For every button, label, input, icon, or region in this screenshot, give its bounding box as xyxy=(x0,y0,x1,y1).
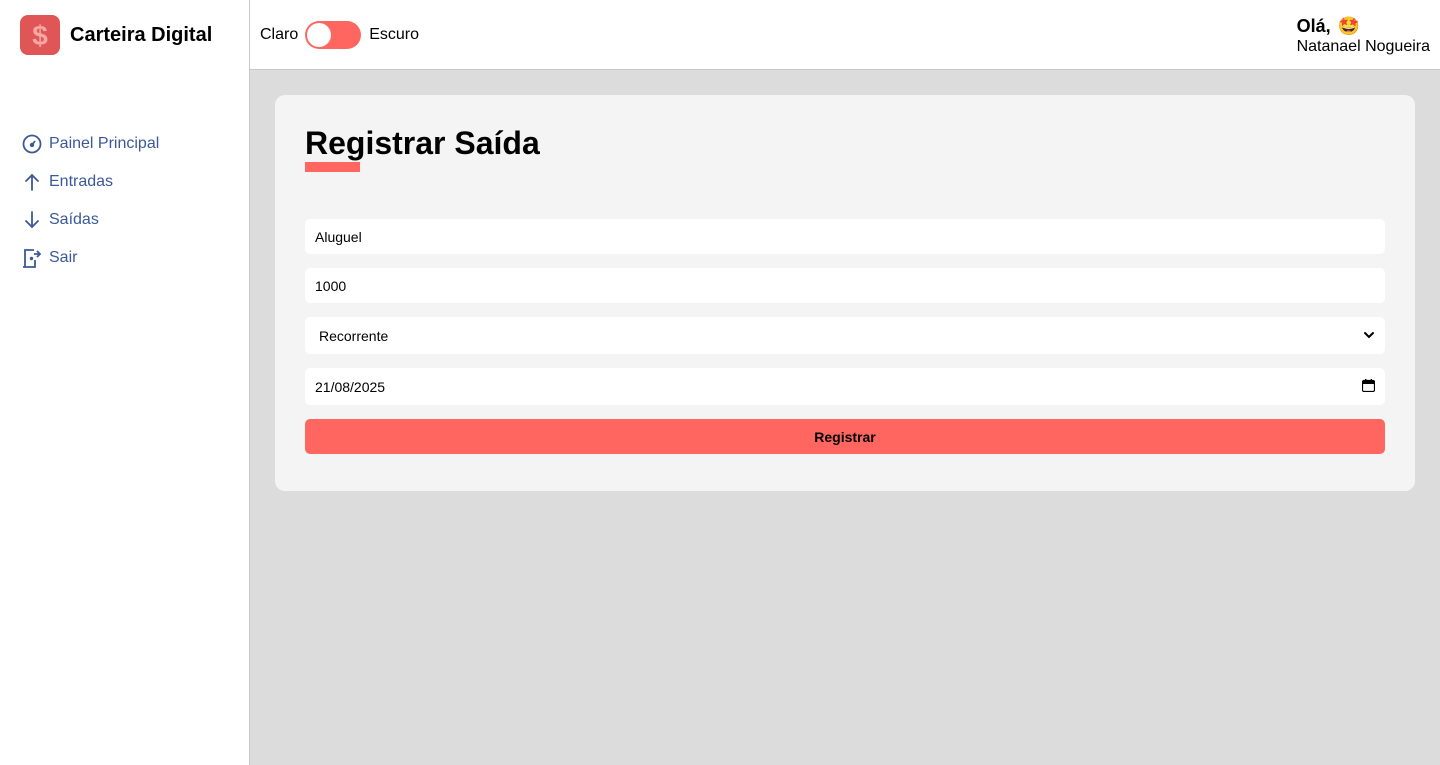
switch-knob xyxy=(307,23,332,47)
date-input[interactable]: 21/08/2025 xyxy=(305,368,1385,405)
top-header: Claro Escuro Olá, 🤩 Natanael Nogueira xyxy=(250,0,1440,70)
frequency-selected-value: Recorrente xyxy=(319,327,389,344)
theme-light-label: Claro xyxy=(260,26,299,43)
frequency-select[interactable]: Recorrente xyxy=(305,317,1385,354)
title-underline xyxy=(305,162,360,172)
sidebar-item-entradas[interactable]: Entradas xyxy=(21,163,159,201)
arrow-up-icon xyxy=(21,171,43,193)
sidebar-nav: Painel Principal Entradas Saídas Sair xyxy=(21,125,159,277)
description-value: Aluguel xyxy=(315,228,362,245)
register-button[interactable]: Registrar xyxy=(305,419,1385,454)
app-title: Carteira Digital xyxy=(70,23,213,46)
dollar-sign-icon: $ xyxy=(20,15,60,55)
greeting-text: Olá, xyxy=(1296,15,1331,36)
amount-input[interactable]: 1000 xyxy=(305,268,1385,303)
theme-toggle: Claro Escuro xyxy=(260,20,419,50)
calendar-icon[interactable] xyxy=(1361,378,1376,395)
sidebar-item-label: Sair xyxy=(49,249,78,266)
theme-switch[interactable] xyxy=(305,21,362,49)
exit-door-icon xyxy=(21,247,43,269)
sidebar-item-saidas[interactable]: Saídas xyxy=(21,201,159,239)
date-value: 21/08/2025 xyxy=(315,378,386,395)
sidebar-item-label: Painel Principal xyxy=(49,135,160,152)
page-title: Registrar Saída xyxy=(305,125,540,161)
svg-text:$: $ xyxy=(32,20,48,50)
arrow-down-icon xyxy=(21,209,43,231)
brand[interactable]: $ Carteira Digital xyxy=(20,15,212,55)
sidebar-item-sair[interactable]: Sair xyxy=(21,239,159,277)
amount-value: 1000 xyxy=(315,277,347,294)
sidebar-item-label: Entradas xyxy=(49,173,114,190)
sidebar-item-painel-principal[interactable]: Painel Principal xyxy=(21,125,159,163)
user-greeting: Olá, 🤩 Natanael Nogueira xyxy=(1297,15,1430,56)
description-input[interactable]: Aluguel xyxy=(305,219,1385,254)
sidebar: $ Carteira Digital Painel Principal Entr… xyxy=(0,0,250,765)
user-name: Natanael Nogueira xyxy=(1296,38,1430,55)
register-expense-card: Registrar Saída Aluguel 1000 Recorrente … xyxy=(275,95,1415,491)
dashboard-gauge-icon xyxy=(21,133,43,155)
star-struck-emoji-icon: 🤩 xyxy=(1337,16,1361,36)
chevron-down-icon xyxy=(1363,328,1375,344)
sidebar-item-label: Saídas xyxy=(49,211,99,228)
theme-dark-label: Escuro xyxy=(369,26,420,43)
